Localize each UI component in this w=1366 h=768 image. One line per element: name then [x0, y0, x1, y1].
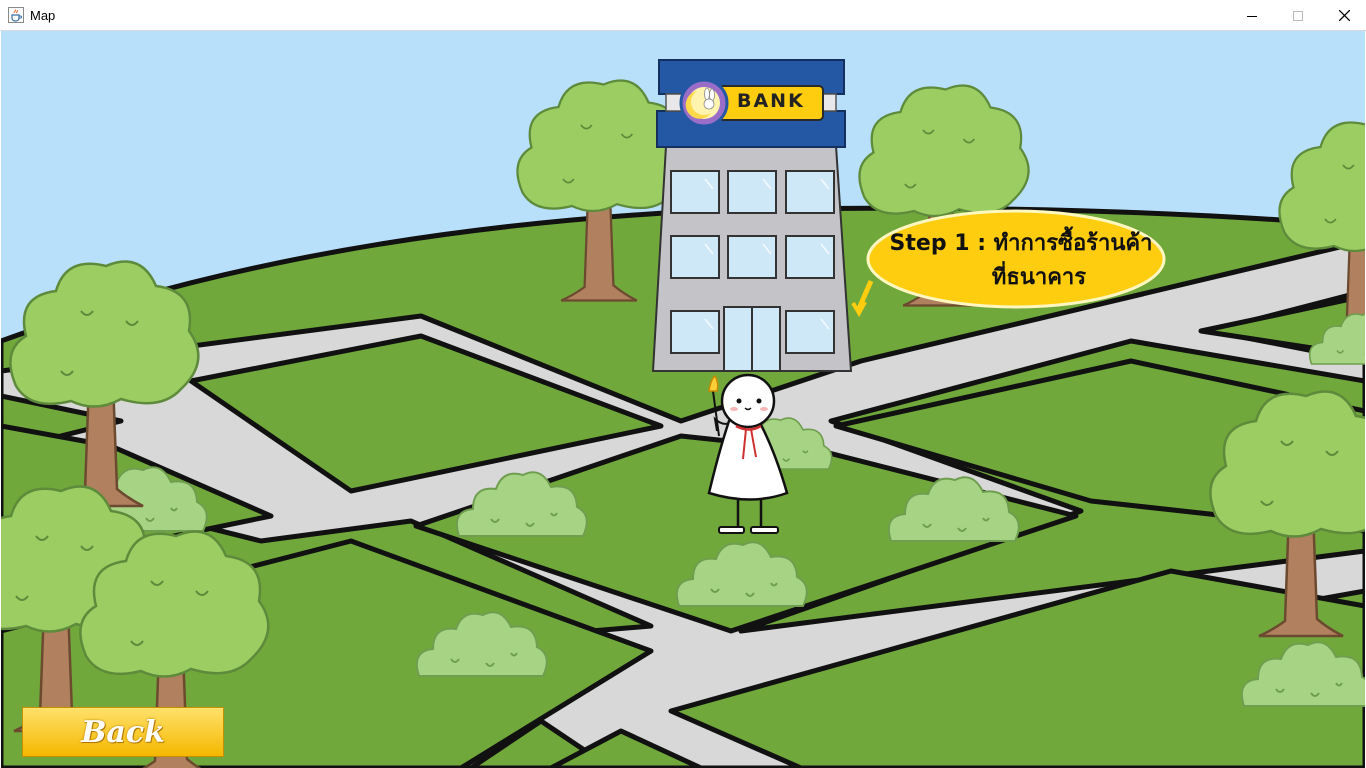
java-cup-icon	[8, 7, 24, 23]
back-button[interactable]: Back	[22, 707, 224, 757]
window-title: Map	[30, 8, 56, 23]
instruction-text: Step 1 : ทำการซื้อร้านค้า ที่ธนาคาร	[873, 227, 1169, 295]
moon-rabbit-logo-icon	[679, 78, 729, 128]
title-bar: Map	[0, 0, 1366, 31]
back-button-label: Back	[81, 714, 165, 750]
minimize-icon	[1247, 15, 1257, 17]
bank-sign: BANK	[737, 90, 805, 112]
close-icon	[1338, 10, 1350, 21]
maximize-icon	[1293, 10, 1303, 21]
map-scene: BANK Step 1 : ทำการซื้อร้านค้า ที่ธนาคาร…	[1, 31, 1365, 768]
instruction-line-1: ทำการซื้อร้านค้า	[993, 231, 1153, 256]
maximize-button[interactable]	[1275, 0, 1321, 31]
map-background	[1, 31, 1365, 768]
instruction-line-2: ที่ธนาคาร	[991, 265, 1087, 290]
close-button[interactable]	[1321, 0, 1366, 31]
step-label: Step 1 :	[889, 231, 986, 256]
minimize-button[interactable]	[1229, 0, 1275, 31]
